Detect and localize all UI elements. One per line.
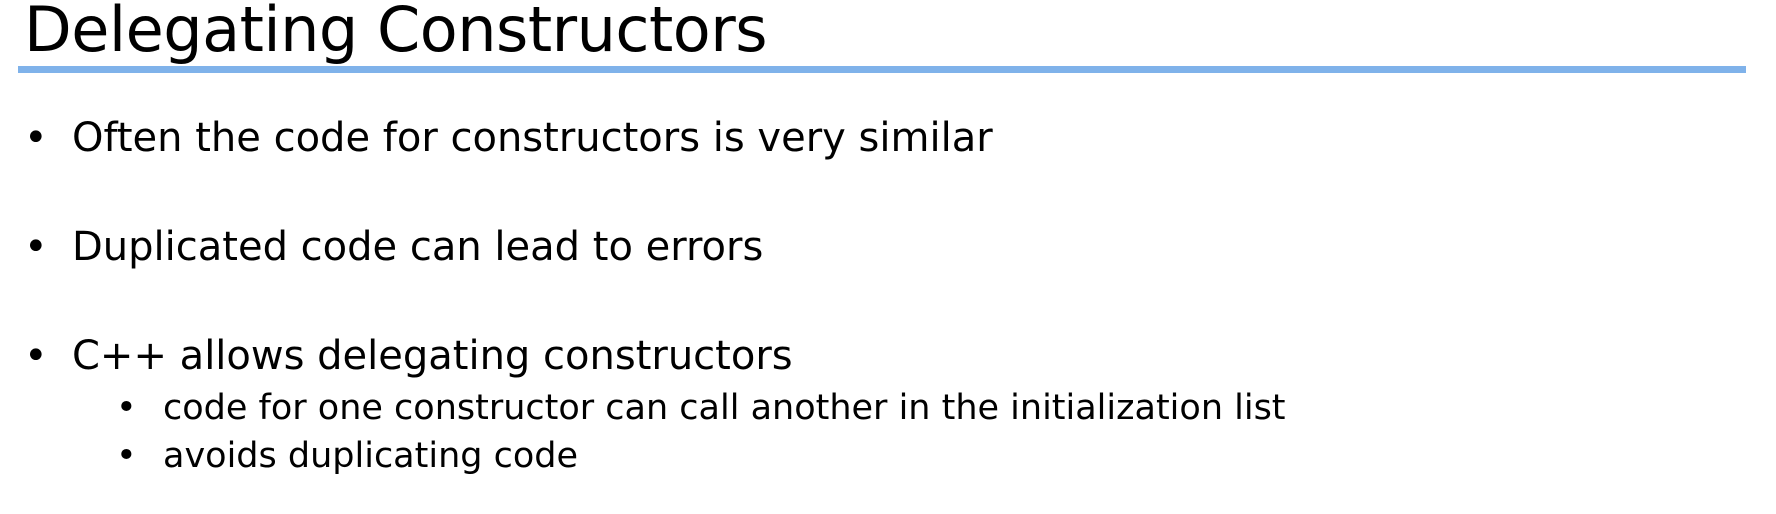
bullet-text: Duplicated code can lead to errors (72, 224, 764, 270)
sub-bullet-item: • avoids duplicating code (116, 435, 578, 477)
bullet-marker: • (24, 333, 48, 379)
sub-bullet-text: avoids duplicating code (163, 436, 579, 476)
sub-bullet-text: code for one constructor can call anothe… (163, 388, 1286, 428)
bullet-item: • Often the code for constructors is very… (24, 114, 993, 162)
title-underline (18, 66, 1746, 73)
bullet-text: Often the code for constructors is very … (72, 115, 993, 161)
sub-bullet-marker: • (116, 436, 137, 476)
bullet-item: • C++ allows delegating constructors (24, 332, 793, 380)
slide: Delegating Constructors • Often the code … (0, 0, 1776, 514)
sub-bullet-item: • code for one constructor can call anoth… (116, 387, 1286, 429)
bullet-marker: • (24, 115, 48, 161)
sub-bullet-marker: • (116, 388, 137, 428)
slide-title: Delegating Constructors (24, 0, 768, 66)
bullet-marker: • (24, 224, 48, 270)
bullet-item: • Duplicated code can lead to errors (24, 223, 763, 271)
bullet-text: C++ allows delegating constructors (72, 333, 793, 379)
